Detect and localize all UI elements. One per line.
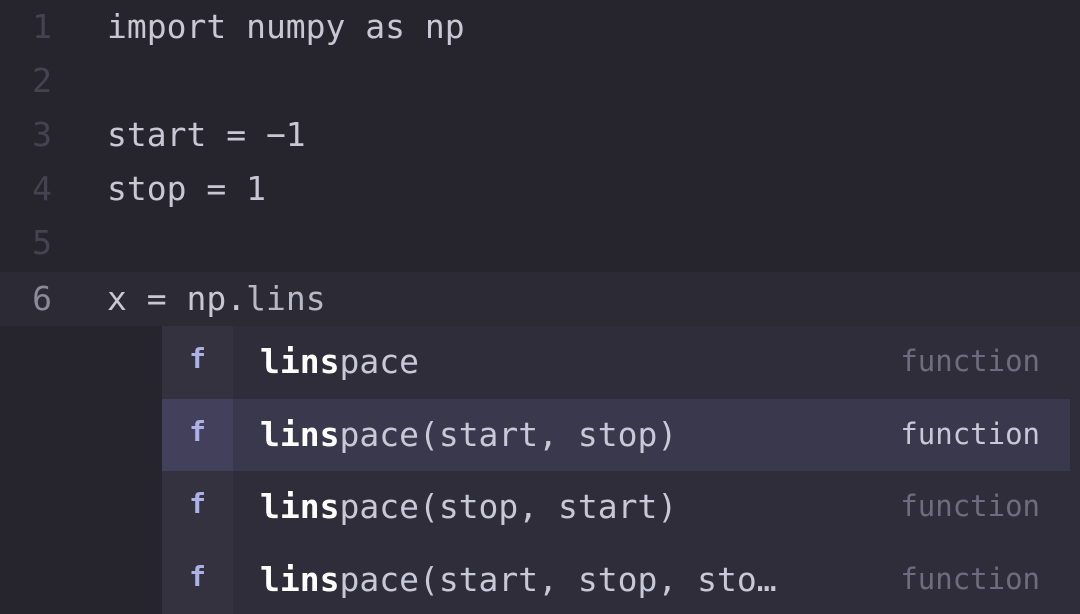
autocomplete-item[interactable]: f linspace function bbox=[162, 326, 1070, 398]
suggestion-rest: pace bbox=[339, 342, 419, 381]
code-line[interactable]: 4 stop = 1 bbox=[0, 162, 1080, 216]
suggestion-label: linspace(start, stop) bbox=[260, 399, 677, 471]
line-number: 6 bbox=[32, 279, 52, 318]
line-number: 5 bbox=[32, 223, 52, 262]
member-access-dot: . bbox=[226, 279, 247, 318]
line-text[interactable]: x = np.lins bbox=[107, 272, 326, 326]
code-line[interactable]: 1 import numpy as np bbox=[0, 0, 1080, 54]
line-number: 4 bbox=[32, 169, 52, 208]
code-line[interactable]: 3 start = −1 bbox=[0, 108, 1080, 162]
suggestion-match: lins bbox=[260, 560, 340, 599]
line-text[interactable]: start = −1 bbox=[107, 108, 306, 162]
code-line[interactable]: 2 bbox=[0, 54, 1080, 108]
function-kind-icon: f bbox=[189, 342, 206, 375]
function-kind-icon: f bbox=[162, 399, 233, 471]
suggestion-rest: pace(stop, start) bbox=[339, 487, 678, 526]
autocomplete-item-selected[interactable]: f linspace(start, stop) function bbox=[162, 399, 1070, 471]
suggestion-label: linspace(stop, start) bbox=[260, 471, 677, 543]
function-kind-icon: f bbox=[189, 487, 206, 520]
line-text[interactable]: import numpy as np bbox=[107, 0, 465, 54]
suggestion-label: linspace(start, stop, sto… bbox=[260, 544, 777, 614]
line-number: 3 bbox=[32, 115, 52, 154]
suggestion-type: function bbox=[900, 562, 1040, 596]
suggestion-type: function bbox=[900, 417, 1040, 451]
code-line[interactable]: 5 bbox=[0, 216, 1080, 270]
autocomplete-popup: f linspace function f linspace(start, st… bbox=[162, 326, 1080, 614]
line-text[interactable]: stop = 1 bbox=[107, 162, 266, 216]
typed-partial-identifier: lins bbox=[246, 279, 326, 318]
code-before-cursor: x = np bbox=[107, 279, 227, 318]
autocomplete-item[interactable]: f linspace(stop, start) function bbox=[162, 471, 1070, 543]
current-code-line[interactable]: 6 x = np.lins bbox=[0, 272, 1080, 326]
suggestion-type: function bbox=[900, 344, 1040, 378]
suggestion-rest: pace(start, stop) bbox=[339, 415, 678, 454]
suggestion-type: function bbox=[900, 489, 1040, 523]
suggestion-match: lins bbox=[260, 415, 340, 454]
line-number: 2 bbox=[32, 61, 52, 100]
function-kind-icon: f bbox=[189, 560, 206, 593]
autocomplete-item[interactable]: f linspace(start, stop, sto… function bbox=[162, 544, 1070, 614]
suggestion-match: lins bbox=[260, 487, 340, 526]
suggestion-rest: pace(start, stop, sto… bbox=[339, 560, 777, 599]
code-editor[interactable]: 1 import numpy as np 2 3 start = −1 4 st… bbox=[0, 0, 1080, 614]
suggestion-label: linspace bbox=[260, 326, 419, 398]
line-number: 1 bbox=[32, 7, 52, 46]
suggestion-match: lins bbox=[260, 342, 340, 381]
